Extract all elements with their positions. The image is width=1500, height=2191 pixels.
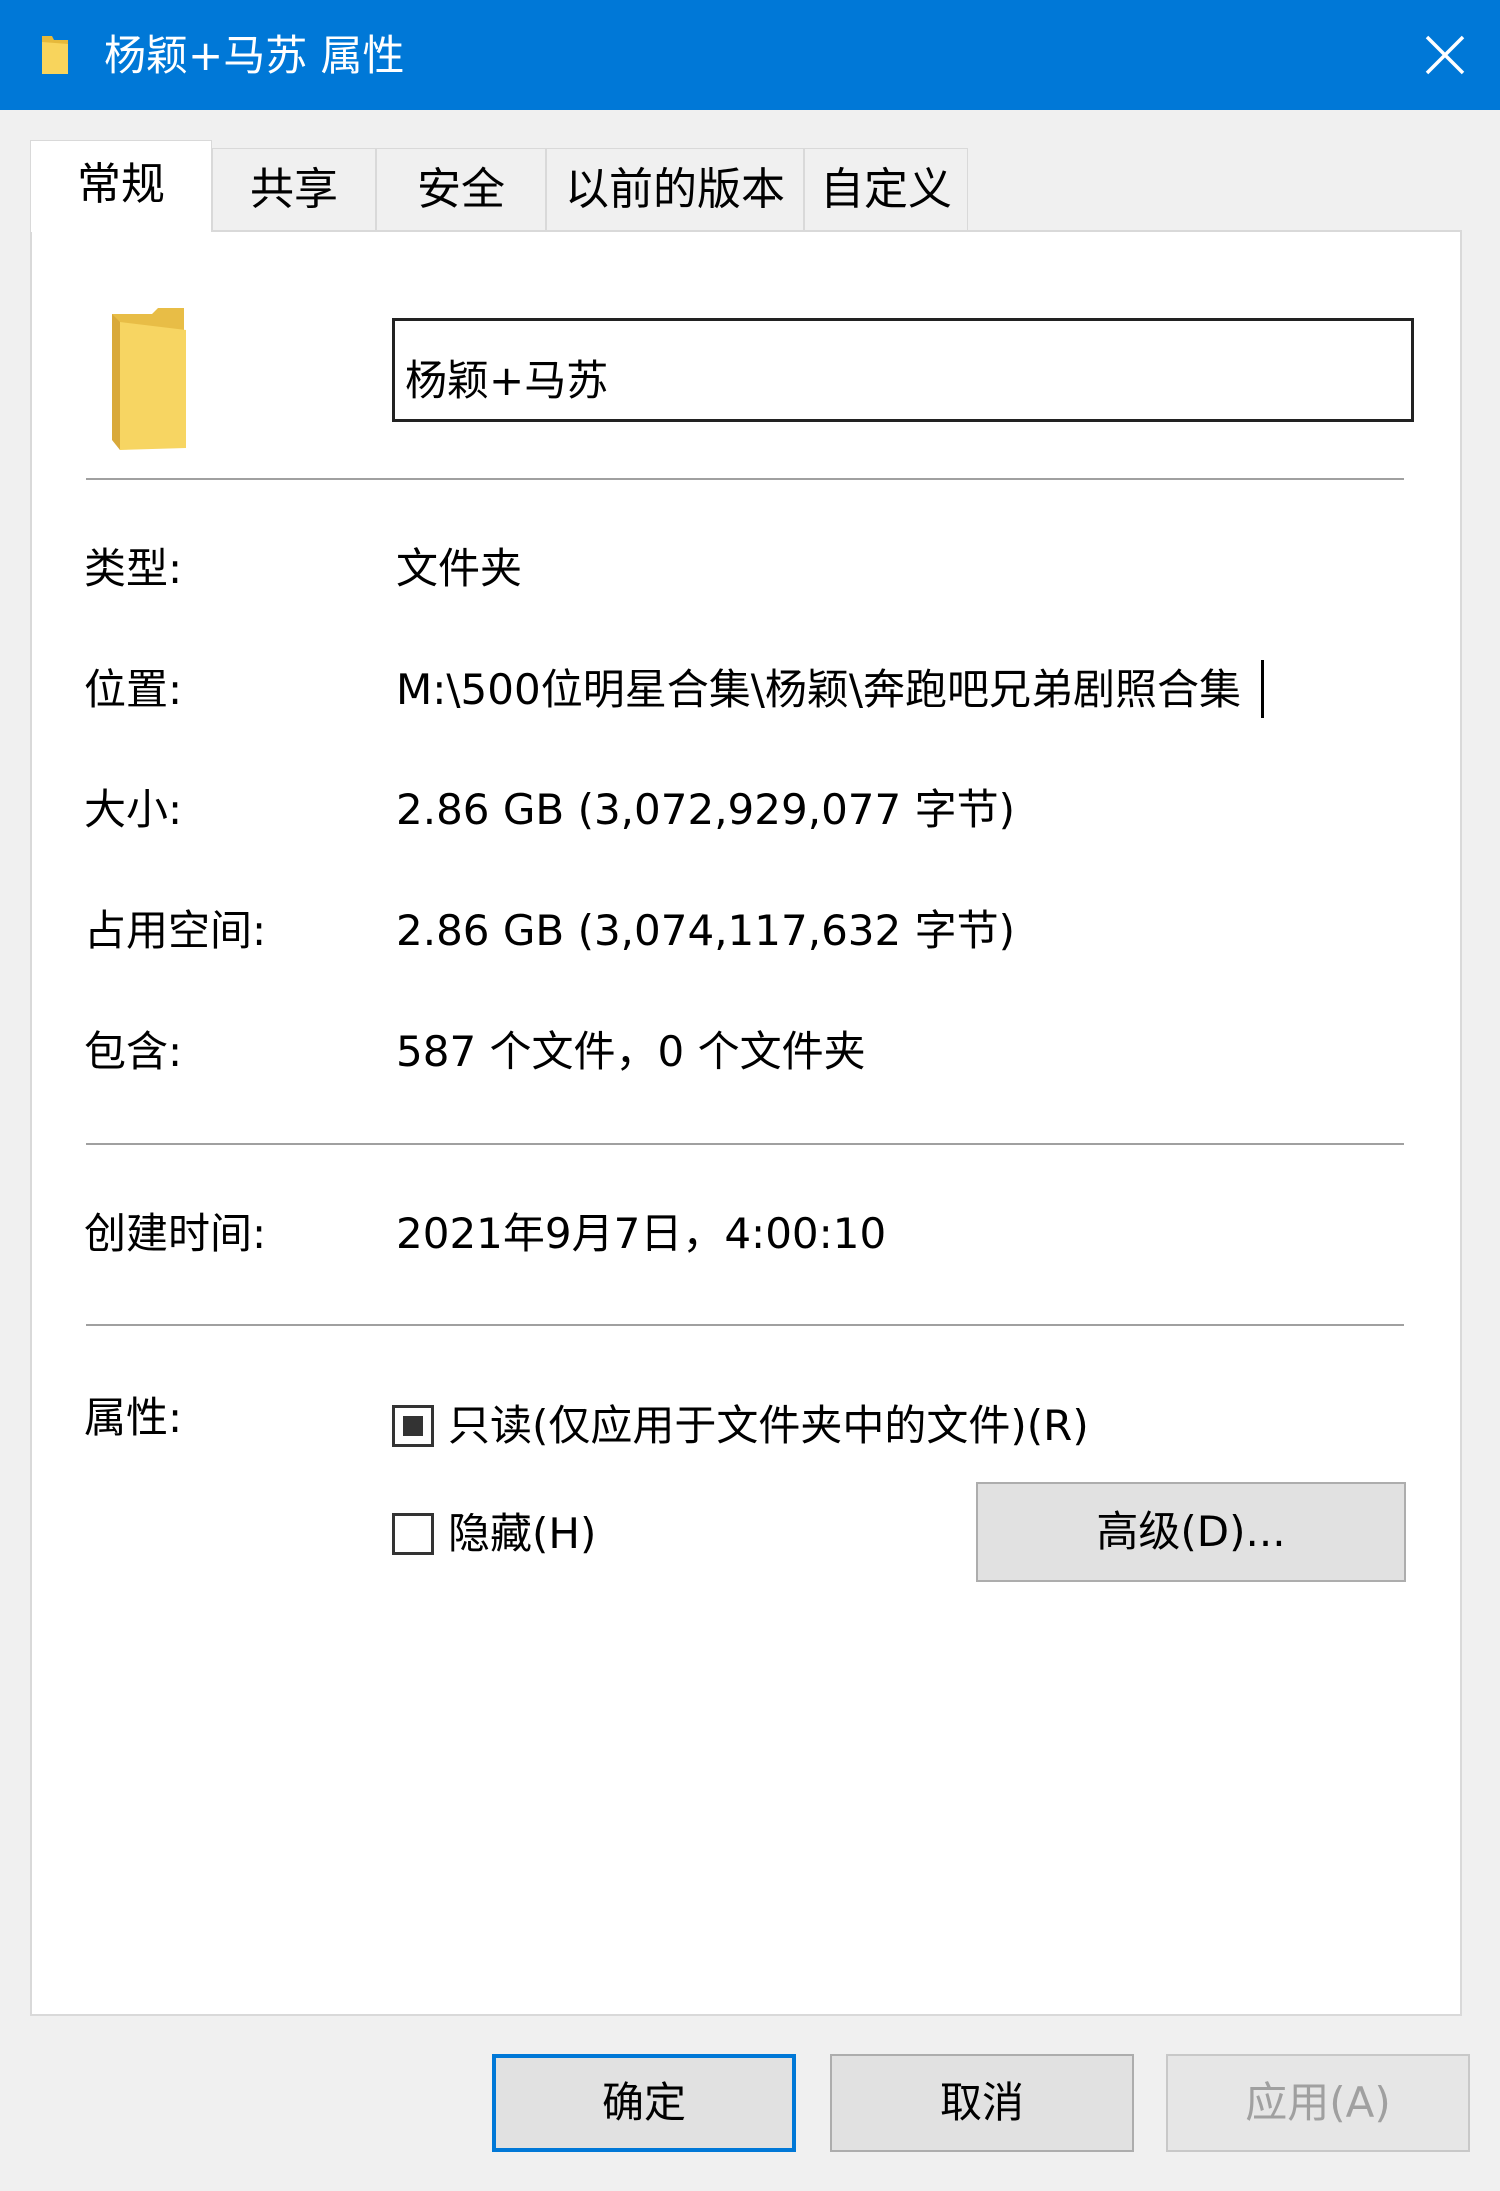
size-label: 大小: <box>84 785 183 834</box>
type-value: 文件夹 <box>396 544 523 593</box>
contains-label: 包含: <box>84 1027 183 1076</box>
text-caret <box>1261 660 1264 718</box>
folder-icon <box>112 308 186 450</box>
size-on-disk-label: 占用空间: <box>84 906 267 955</box>
tab-previous-versions[interactable]: 以前的版本 <box>546 148 804 230</box>
location-label: 位置: <box>84 665 183 714</box>
hidden-checkbox[interactable] <box>392 1513 434 1555</box>
general-panel <box>30 230 1462 2016</box>
title-bar: 杨颖+马苏 属性 <box>0 0 1500 110</box>
advanced-button[interactable]: 高级(D)... <box>976 1482 1406 1582</box>
indeterminate-mark <box>403 1416 423 1436</box>
type-label: 类型: <box>84 544 183 593</box>
tab-general[interactable]: 常规 <box>30 140 212 232</box>
created-value: 2021年9月7日，4:00:10 <box>396 1209 887 1258</box>
ok-button[interactable]: 确定 <box>492 2054 796 2152</box>
tab-customize[interactable]: 自定义 <box>804 148 968 230</box>
contains-value: 587 个文件，0 个文件夹 <box>396 1027 866 1076</box>
attributes-label: 属性: <box>84 1393 183 1442</box>
separator <box>86 1143 1404 1145</box>
created-label: 创建时间: <box>84 1209 267 1258</box>
hidden-label[interactable]: 隐藏(H) <box>448 1506 596 1562</box>
size-value: 2.86 GB (3,072,929,077 字节) <box>396 785 1015 834</box>
readonly-label[interactable]: 只读(仅应用于文件夹中的文件)(R) <box>448 1398 1089 1454</box>
folder-name-input[interactable] <box>392 318 1414 422</box>
folder-icon <box>42 36 68 74</box>
close-button[interactable] <box>1390 0 1500 110</box>
location-value[interactable]: M:\500位明星合集\杨颖\奔跑吧兄弟剧照合集 <box>396 662 1241 718</box>
properties-dialog: 杨颖+马苏 属性 常规 共享 安全 以前的版本 自定义 类型: 文件夹 位置: … <box>0 0 1500 2191</box>
tab-security[interactable]: 安全 <box>376 148 546 230</box>
close-icon <box>1425 35 1465 75</box>
apply-button[interactable]: 应用(A) <box>1166 2054 1470 2152</box>
window-title: 杨颖+马苏 属性 <box>104 31 405 80</box>
tab-sharing[interactable]: 共享 <box>212 148 376 230</box>
size-on-disk-value: 2.86 GB (3,074,117,632 字节) <box>396 906 1015 955</box>
separator <box>86 1324 1404 1326</box>
readonly-checkbox[interactable] <box>392 1405 434 1447</box>
cancel-button[interactable]: 取消 <box>830 2054 1134 2152</box>
separator <box>86 478 1404 480</box>
